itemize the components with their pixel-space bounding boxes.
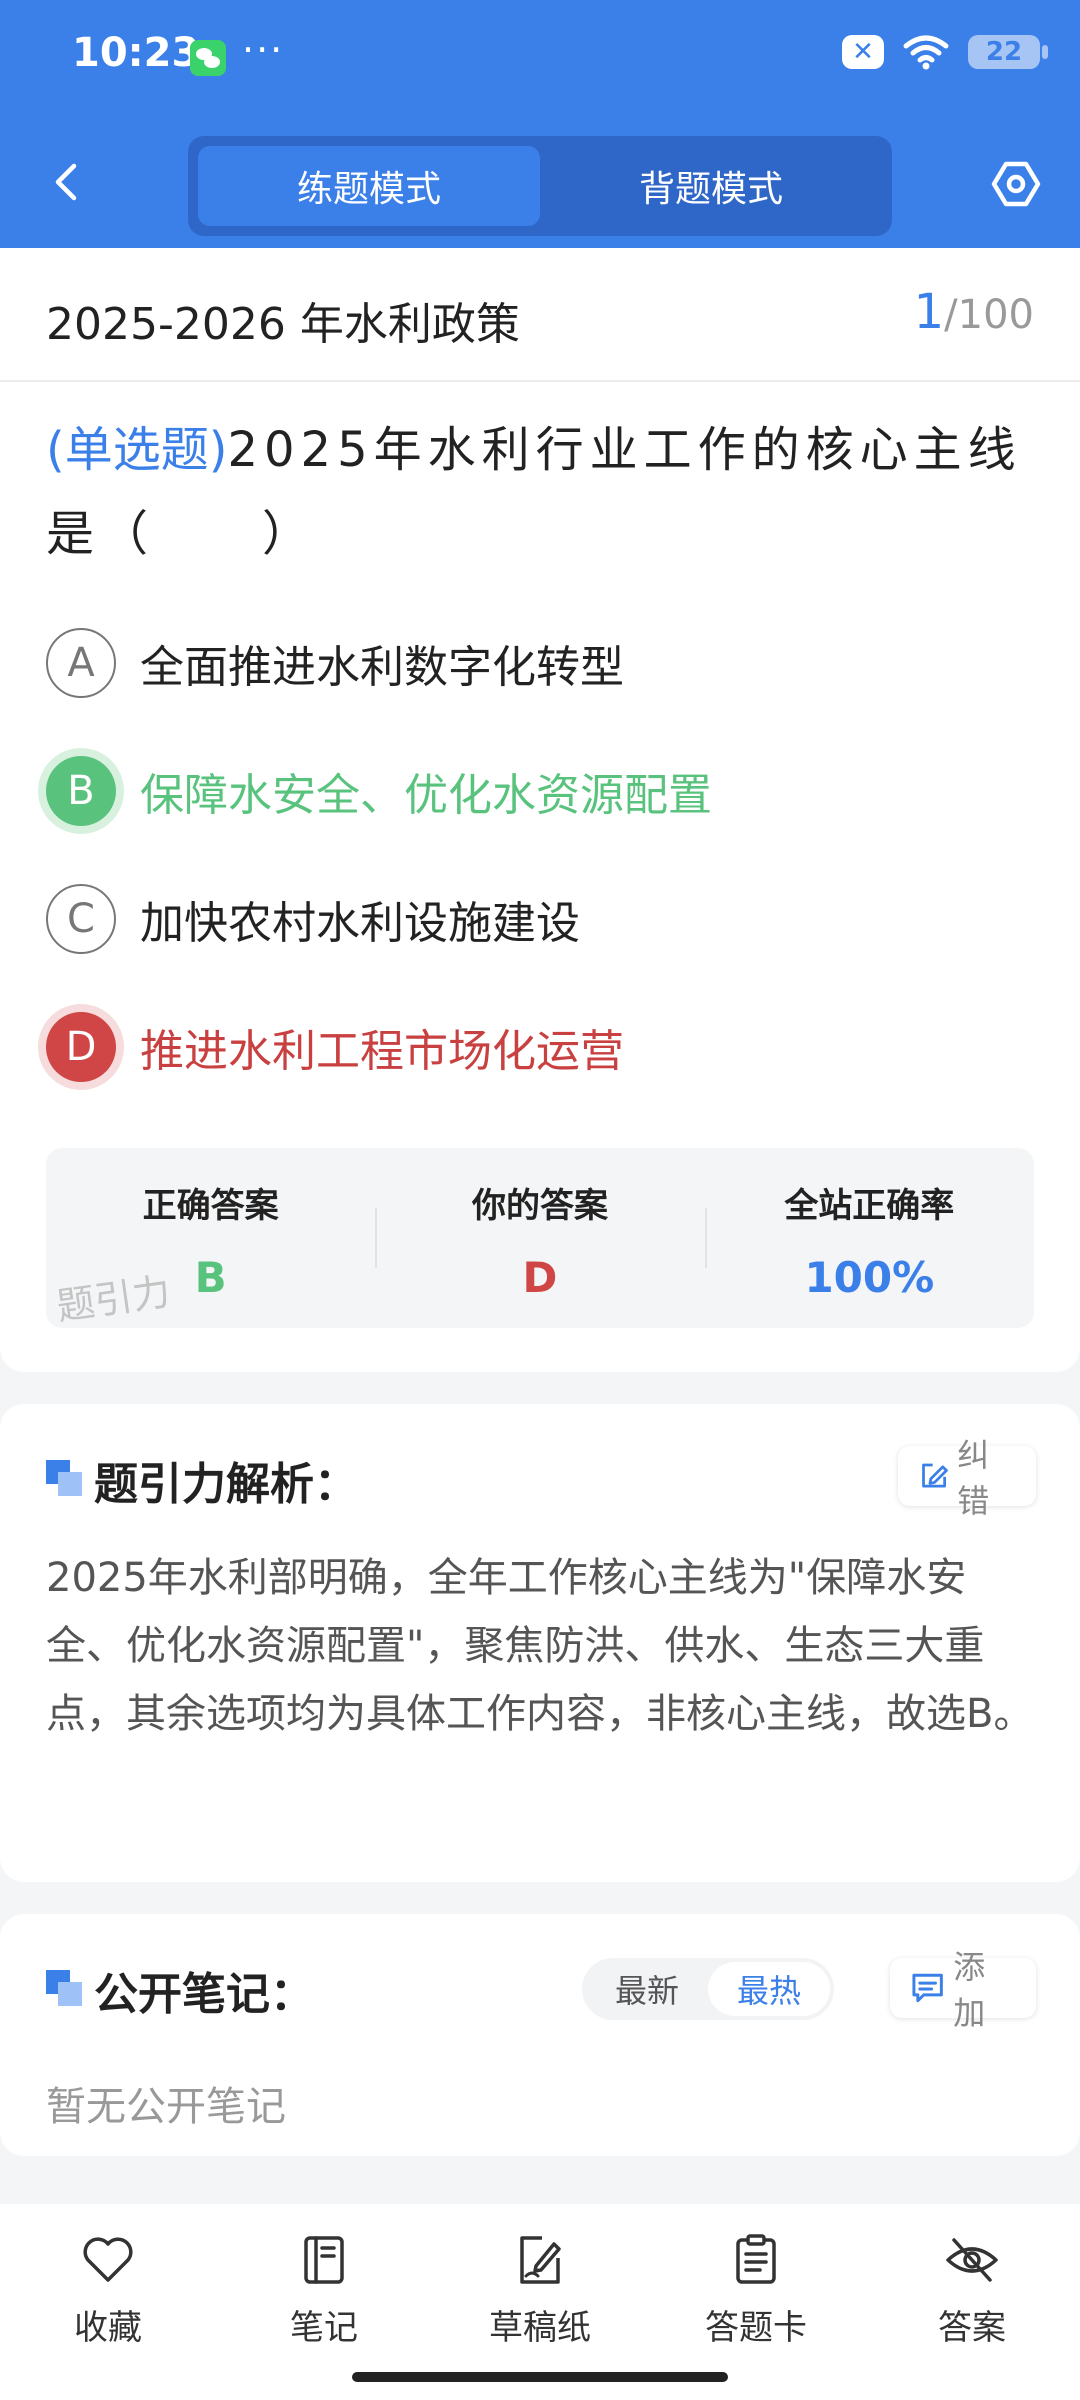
option-text: 加快农村水利设施建设	[140, 898, 580, 949]
tab-practice-mode[interactable]: 练题模式	[198, 146, 540, 226]
analysis-text: 2025年水利部明确，全年工作核心主线为"保障水安全、优化水资源配置"，聚焦防洪…	[46, 1555, 1034, 1737]
nav-header: 练题模式 背题模式	[0, 120, 1080, 248]
battery-icon: 22	[968, 35, 1048, 69]
notebook-icon	[304, 2236, 344, 2284]
wifi-icon	[902, 34, 950, 70]
heart-icon	[83, 2237, 133, 2282]
option-a[interactable]: A 全面推进水利数字化转型	[46, 618, 1036, 708]
sort-latest[interactable]: 最新	[586, 1962, 708, 2016]
add-note-label: 添加	[953, 1948, 986, 2032]
tab-favorite[interactable]: 收藏	[0, 2204, 216, 2400]
option-letter: D	[46, 1012, 116, 1082]
empty-notes-text: 暂无公开笔记	[46, 2084, 286, 2130]
your-answer-label: 你的答案	[471, 1186, 608, 1226]
question-progress: 1/100	[914, 284, 1034, 340]
progress-total: /100	[944, 292, 1034, 338]
analysis-title: 题引力解析：	[94, 1459, 358, 1510]
tab-draft-label: 草稿纸	[489, 2308, 591, 2348]
progress-current: 1	[913, 284, 945, 340]
comment-icon	[912, 1973, 943, 2003]
question-text: (单选题)2025年水利行业工作的核心主线是（ ）	[46, 408, 1036, 576]
analysis-card: 题引力解析： 纠错 2025年水利部明确，全年工作核心主线为"保障水安全、优化水…	[0, 1404, 1080, 1882]
draft-pen-icon	[520, 2236, 561, 2284]
mode-toggle: 练题模式 背题模式	[188, 136, 892, 236]
option-letter: A	[46, 628, 116, 698]
clipboard-icon	[736, 2234, 776, 2284]
tab-answer-sheet-label: 答题卡	[705, 2308, 807, 2348]
site-accuracy-col: 全站正确率 100%	[704, 1148, 1034, 1328]
notes-sort-toggle: 最新 最热	[582, 1958, 834, 2020]
option-text: 推进水利工程市场化运营	[140, 1026, 624, 1077]
status-time: 10:23	[72, 30, 200, 76]
notes-title: 公开笔记：	[94, 1969, 314, 2020]
home-indicator[interactable]	[352, 2372, 728, 2382]
subject-title: 2025-2026 年水利政策	[46, 299, 520, 350]
back-chevron-icon[interactable]	[46, 160, 90, 204]
your-answer-value: D	[522, 1253, 558, 1302]
question-type: (单选题)	[46, 422, 228, 478]
report-error-button[interactable]: 纠错	[898, 1436, 1036, 1520]
eye-off-icon	[946, 2238, 998, 2282]
answer-summary: 正确答案 B 题引力 你的答案 D 全站正确率 100%	[46, 1148, 1034, 1329]
option-c[interactable]: C 加快农村水利设施建设	[46, 874, 1036, 964]
settings-hexagon-icon[interactable]	[990, 158, 1042, 210]
subject-row: 2025-2026 年水利政策 1/100	[0, 248, 1080, 382]
tab-answer-label: 答案	[938, 2308, 1006, 2348]
tab-notes-label: 笔记	[290, 2308, 358, 2348]
site-accuracy-label: 全站正确率	[784, 1186, 955, 1226]
tab-memorize-mode[interactable]: 背题模式	[540, 146, 882, 226]
top-app-bar: 10:23 ··· ✕ 22 练题模式 背题模式	[0, 0, 1080, 248]
notification-badge-icon: ✕	[842, 35, 884, 69]
status-bar: 10:23 ··· ✕ 22	[0, 0, 1080, 120]
wechat-notification-icon	[190, 40, 226, 76]
option-text: 保障水安全、优化水资源配置	[140, 770, 712, 821]
option-b[interactable]: B 保障水安全、优化水资源配置	[46, 746, 1036, 836]
option-letter: B	[46, 756, 116, 826]
public-notes-card: 公开笔记： 最新 最热 添加 暂无公开笔记	[0, 1914, 1080, 2156]
tab-draft[interactable]: 草稿纸	[432, 2204, 648, 2400]
tab-answer[interactable]: 答案	[864, 2204, 1080, 2400]
correct-answer-label: 正确答案	[142, 1186, 279, 1226]
status-icons: ✕ 22	[842, 34, 1048, 70]
edit-icon	[922, 1463, 948, 1488]
correct-answer-col: 正确答案 B 题引力	[46, 1148, 375, 1329]
section-square-icon	[46, 1970, 84, 2008]
report-error-label: 纠错	[957, 1436, 990, 1520]
your-answer-col: 你的答案 D	[375, 1148, 704, 1328]
question-card: 2025-2026 年水利政策 1/100 (单选题)2025年水利行业工作的核…	[0, 248, 1080, 1372]
section-square-icon	[46, 1460, 84, 1498]
sort-hottest[interactable]: 最热	[708, 1962, 830, 2016]
tab-favorite-label: 收藏	[74, 2308, 142, 2348]
option-text: 全面推进水利数字化转型	[140, 642, 624, 693]
tab-notes[interactable]: 笔记	[216, 2204, 432, 2400]
option-d[interactable]: D 推进水利工程市场化运营	[46, 1002, 1036, 1092]
bottom-toolbar: 收藏 笔记 草稿纸 答题卡 答案	[0, 2204, 1080, 2400]
option-letter: C	[46, 884, 116, 954]
tab-answer-sheet[interactable]: 答题卡	[648, 2204, 864, 2400]
more-notifications-icon: ···	[242, 28, 285, 72]
site-accuracy-value: 100%	[804, 1253, 935, 1302]
add-note-button[interactable]: 添加	[890, 1948, 1036, 2032]
